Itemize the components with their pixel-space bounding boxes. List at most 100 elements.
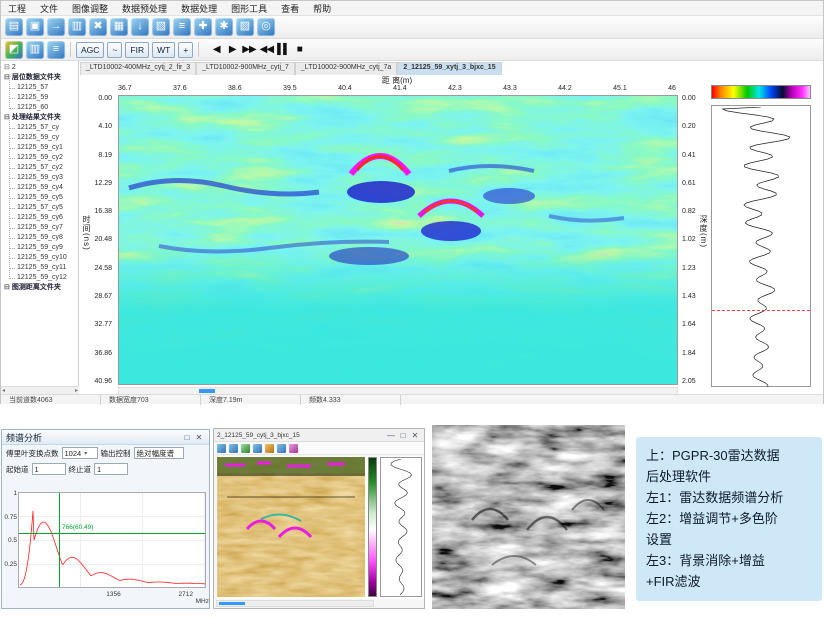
tree-item[interactable]: 12125_59_cy10 <box>4 253 78 263</box>
tree-item[interactable]: 12125_59 <box>4 93 78 103</box>
tree-group-label: 图测距离文件夹 <box>12 284 61 291</box>
gain-scrollbar[interactable] <box>216 600 374 607</box>
zoom-icon[interactable] <box>265 444 274 453</box>
menu-item[interactable]: 文件 <box>33 2 65 15</box>
delete-file-icon[interactable]: ✖ <box>89 18 107 36</box>
end-trace-input[interactable]: 1 <box>94 463 128 475</box>
gain-wave-button[interactable]: ~ <box>107 42 122 58</box>
document-tab[interactable]: _LTD10002-900MHz_cytj_7 <box>196 62 295 75</box>
menu-item[interactable]: 工程 <box>1 2 33 15</box>
collapse-icon[interactable]: ⊟ <box>4 284 10 291</box>
output-mode-select[interactable]: 绝对幅度谱 <box>134 447 184 459</box>
menu-item[interactable]: 查看 <box>274 2 306 15</box>
fir-filter-button[interactable]: FIR <box>125 42 149 58</box>
save-icon[interactable] <box>229 444 238 453</box>
open-project-icon[interactable]: ▣ <box>26 18 44 36</box>
tree-item[interactable]: 12125_59_cy <box>4 133 78 143</box>
tree-item[interactable]: 12125_59_cy12 <box>4 273 78 283</box>
scrollbar-thumb[interactable] <box>219 602 245 605</box>
tree-item[interactable]: 12125_59_cy11 <box>4 263 78 273</box>
menu-item[interactable]: 图形工具 <box>224 2 274 15</box>
x-tick-label: 40.4 <box>338 85 352 92</box>
menu-item[interactable]: 数据预处理 <box>115 2 174 15</box>
close-button[interactable]: ✕ <box>409 431 421 440</box>
gain-window-title: 2_12125_59_cytj_3_bjxc_15 <box>217 432 385 439</box>
tree-item[interactable]: 12125_57_cy2 <box>4 163 78 173</box>
tree-item[interactable]: 12125_59_cy5 <box>4 193 78 203</box>
main-trace-path <box>722 107 790 387</box>
minimize-button[interactable]: □ <box>181 433 193 442</box>
palette-icon[interactable]: ◩ <box>5 41 23 59</box>
tree-item[interactable]: 12125_59_cy7 <box>4 223 78 233</box>
tree-item[interactable]: 12125_59_cy8 <box>4 233 78 243</box>
tree-item[interactable]: 12125_57_cy <box>4 123 78 133</box>
collapse-icon[interactable]: ⊟ <box>4 64 10 71</box>
minimize-button[interactable]: — <box>385 431 397 440</box>
tree-item[interactable]: 12125_59_cy6 <box>4 213 78 223</box>
open-file-icon[interactable]: ▥ <box>68 18 86 36</box>
start-trace-input[interactable]: 1 <box>32 463 66 475</box>
save-as-icon[interactable]: ▧ <box>152 18 170 36</box>
document-tab[interactable]: _LTD10002-900MHz_cytj_7a <box>295 62 398 75</box>
tree-group-results[interactable]: ⊟处理结果文件夹 <box>4 113 78 123</box>
ruler-icon[interactable] <box>277 444 286 453</box>
tree-item[interactable]: 12125_59_cy4 <box>4 183 78 193</box>
wavelet-button[interactable]: WT <box>152 42 175 58</box>
scrollbar-thumb[interactable] <box>199 389 215 393</box>
tree-item[interactable]: 12125_57 <box>4 83 78 93</box>
gain-trace-view[interactable] <box>380 457 422 597</box>
step-back-button[interactable]: ◀ <box>210 44 222 55</box>
tree-item[interactable]: 12125_59_cy1 <box>4 143 78 153</box>
trace-svg <box>713 107 809 387</box>
spectrum-controls-row1: 傅里叶变换点数 1024 输出控制 绝对幅度谱 <box>2 445 209 461</box>
tree-item[interactable]: 12125_59_cy9 <box>4 243 78 253</box>
import-data-icon[interactable]: → <box>47 18 65 36</box>
tree-group-layers[interactable]: ⊟层位数据文件夹 <box>4 73 78 83</box>
add-data-icon[interactable]: ✚ <box>194 18 212 36</box>
new-project-icon[interactable]: ▤ <box>5 18 23 36</box>
zoom-icon[interactable]: ◎ <box>257 18 275 36</box>
tree-group-distance[interactable]: ⊟图测距离文件夹 <box>4 283 78 293</box>
tree-item[interactable]: 12125_57_cy5 <box>4 203 78 213</box>
open-icon[interactable] <box>217 444 226 453</box>
project-tree[interactable]: ⊟2 ⊟层位数据文件夹 12125_5712125_5912125_60 ⊟处理… <box>1 61 79 386</box>
save-icon[interactable]: ↓ <box>131 18 149 36</box>
fft-points-select[interactable]: 1024 <box>62 447 98 459</box>
document-tab[interactable]: _LTD10002-400MHz_cytj_2_fir_3 <box>80 62 196 75</box>
toolbar-separator <box>70 42 71 57</box>
spectrum-canvas[interactable]: 766(60.49) <box>18 492 206 588</box>
gain-icon[interactable] <box>253 444 262 453</box>
radargram-image[interactable] <box>118 95 678 385</box>
document-tab[interactable]: 2_12125_59_xytj_3_bjxc_15 <box>397 62 501 75</box>
print-icon[interactable]: ▨ <box>236 18 254 36</box>
play-button[interactable]: ▶ <box>226 44 238 55</box>
agc-button[interactable]: AGC <box>76 42 104 58</box>
settings-gear-icon[interactable]: ✱ <box>215 18 233 36</box>
trace-view[interactable] <box>711 105 811 387</box>
list-icon[interactable]: ≡ <box>47 41 65 59</box>
rewind-button[interactable]: ◀◀ <box>260 44 273 55</box>
tree-scrollbar[interactable]: ◂▸ <box>1 386 79 394</box>
menu-item[interactable]: 数据处理 <box>174 2 224 15</box>
gain-radargram[interactable] <box>217 457 365 597</box>
maximize-button[interactable]: □ <box>397 431 409 440</box>
pause-button[interactable]: ▌▌ <box>277 44 289 55</box>
stop-button[interactable]: ■ <box>293 44 305 55</box>
palette-icon[interactable] <box>241 444 250 453</box>
tree-item[interactable]: 12125_59_cy3 <box>4 173 78 183</box>
crosshair-button[interactable]: + <box>178 42 193 58</box>
folder-icon[interactable]: ▦ <box>110 18 128 36</box>
info-icon[interactable] <box>289 444 298 453</box>
menu-item[interactable]: 图像调整 <box>65 2 115 15</box>
gray-radargram <box>432 425 625 609</box>
menu-item[interactable]: 帮助 <box>306 2 338 15</box>
histogram-icon[interactable]: ▥ <box>26 41 44 59</box>
fast-forward-button[interactable]: ▶▶ <box>242 44 255 55</box>
close-button[interactable]: ✕ <box>193 433 205 442</box>
tree-item[interactable]: 12125_60 <box>4 103 78 113</box>
layers-icon[interactable]: ≡ <box>173 18 191 36</box>
tree-item[interactable]: 12125_59_cy2 <box>4 153 78 163</box>
tree-root[interactable]: ⊟2 <box>4 63 78 73</box>
trace-panel <box>709 75 813 395</box>
spectrum-y-ticks: 10.750.50.25 <box>4 490 17 568</box>
